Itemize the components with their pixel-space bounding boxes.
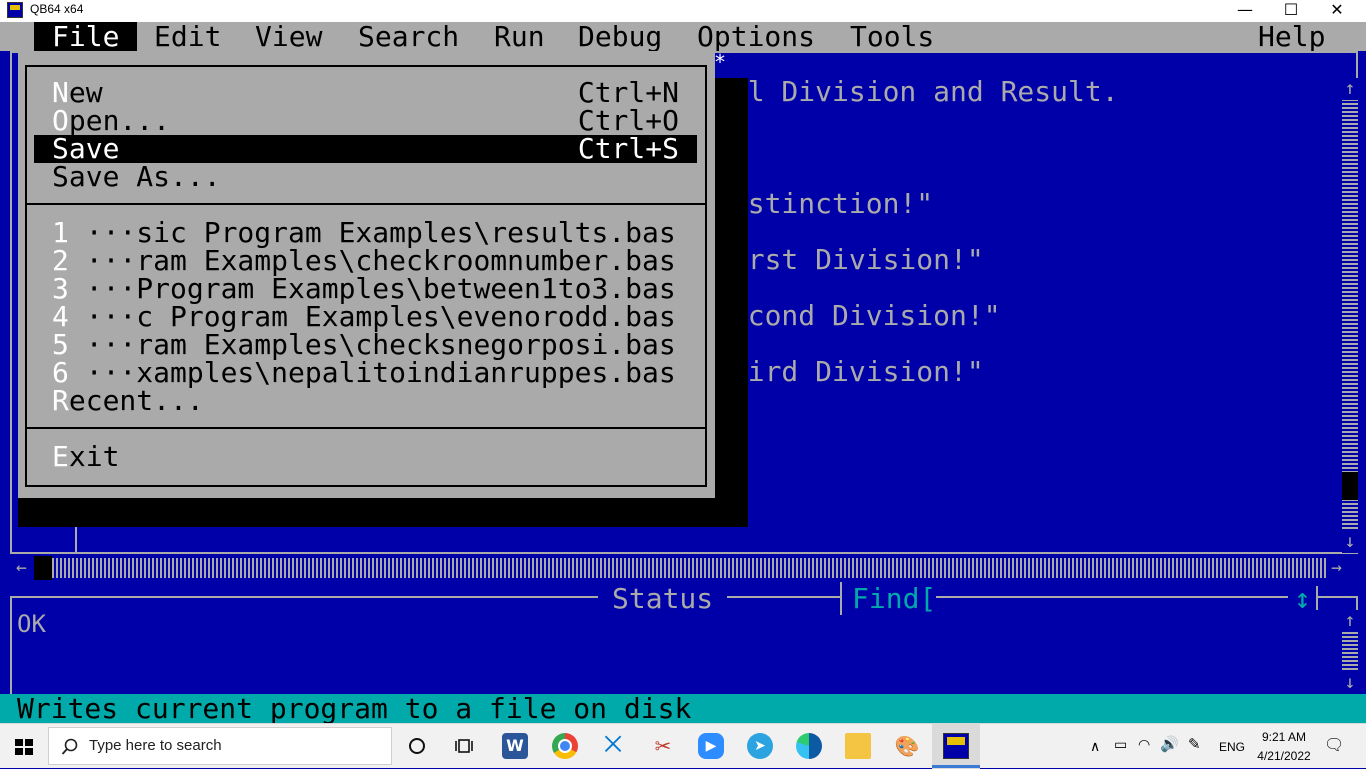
menu-item-save[interactable]: Save <box>52 135 119 163</box>
code-line: Second Division!" <box>714 299 1001 332</box>
maximize-button[interactable]: ☐ <box>1268 0 1314 22</box>
zoom-icon[interactable]: ▶ <box>698 733 724 759</box>
volume-icon[interactable]: 🔊 <box>1160 735 1179 753</box>
telegram-icon[interactable]: ➤ <box>747 733 773 759</box>
cortana-icon[interactable] <box>404 733 430 759</box>
resize-arrow-icon[interactable]: ↕ <box>1288 582 1317 615</box>
help-text: Writes current program to a file on disk <box>17 692 692 725</box>
task-view-icon[interactable] <box>451 733 477 759</box>
recent-file-item[interactable]: 4 ···c Program Examples\evenorodd.bas <box>52 303 676 331</box>
menu-separator <box>25 427 707 429</box>
scroll-down-arrow-icon[interactable]: ↓ <box>1342 672 1358 694</box>
search-placeholder: Type here to search <box>89 737 222 754</box>
windows-logo-icon <box>15 739 33 755</box>
shortcut-open: Ctrl+O <box>577 104 679 137</box>
qb64-taskbar-button[interactable] <box>932 724 980 769</box>
scroll-thumb[interactable] <box>34 556 52 580</box>
menu-item-new[interactable]: New <box>52 79 103 107</box>
menu-item-exit[interactable]: Exit <box>52 443 119 471</box>
status-divider <box>1316 586 1318 610</box>
clock-date[interactable]: 4/21/2022 <box>1254 749 1314 763</box>
menu-separator <box>25 203 707 205</box>
find-field[interactable]: Find[ <box>840 582 937 615</box>
menu-bar: File Edit View Search Run Debug Options … <box>0 22 1366 51</box>
battery-icon[interactable]: ▭ <box>1114 736 1127 753</box>
status-message: OK <box>17 610 46 638</box>
show-hidden-icons-icon[interactable]: ∧ <box>1090 738 1100 755</box>
menu-tools[interactable]: Tools <box>850 22 934 51</box>
status-title: Status <box>598 582 728 615</box>
window-title-bar: QB64 x64 — ☐ ✕ <box>0 0 1366 22</box>
snipping-tool-icon[interactable]: ✂ <box>650 733 676 759</box>
word-icon[interactable]: W <box>502 733 528 759</box>
menu-options[interactable]: Options <box>697 22 815 51</box>
scroll-up-arrow-icon[interactable]: ↑ <box>1342 78 1358 100</box>
scroll-left-arrow-icon[interactable]: ← <box>16 556 27 580</box>
close-button[interactable]: ✕ <box>1314 0 1360 22</box>
code-line: ool Division and Result. <box>714 75 1119 108</box>
editor-vertical-scrollbar[interactable]: ↑ ↓ <box>1342 78 1358 553</box>
search-icon <box>61 738 78 755</box>
scroll-down-arrow-icon[interactable]: ↓ <box>1342 531 1358 553</box>
qb64-app-icon <box>7 2 23 18</box>
menu-run[interactable]: Run <box>494 22 545 51</box>
windows-taskbar: Type here to search W ⨉ ✂ ▶ ➤ 🎨 ∧ ▭ ◠ 🔊 … <box>0 723 1366 769</box>
menu-item-open[interactable]: Open... <box>52 107 170 135</box>
menu-debug[interactable]: Debug <box>578 22 662 51</box>
menu-search[interactable]: Search <box>358 22 459 51</box>
scroll-up-arrow-icon[interactable]: ↑ <box>1342 610 1358 632</box>
scroll-right-arrow-icon[interactable]: → <box>1331 556 1342 580</box>
editor-horizontal-scrollbar[interactable]: ← → <box>16 556 1342 580</box>
vscode-icon[interactable]: ⨉ <box>600 733 626 759</box>
recent-file-item[interactable]: 3 ···Program Examples\between1to3.bas <box>52 275 676 303</box>
pen-icon[interactable]: ✎ <box>1188 735 1201 753</box>
shortcut-new: Ctrl+N <box>577 76 679 109</box>
code-line: First Division!" <box>714 243 984 276</box>
taskbar-search-box[interactable]: Type here to search <box>48 727 392 765</box>
status-vertical-scrollbar[interactable]: ↑ ↓ <box>1342 610 1358 694</box>
menu-item-save-as[interactable]: Save As... <box>52 163 221 191</box>
menu-edit[interactable]: Edit <box>154 22 221 51</box>
clock-time[interactable]: 9:21 AM <box>1259 730 1309 744</box>
menu-help[interactable]: Help <box>1258 22 1325 51</box>
start-button[interactable] <box>0 724 48 769</box>
code-line: Third Division!" <box>714 355 984 388</box>
menu-file[interactable]: File <box>34 22 138 51</box>
menu-shadow <box>18 498 748 527</box>
minimize-button[interactable]: — <box>1222 0 1268 22</box>
wifi-icon[interactable]: ◠ <box>1138 736 1150 753</box>
file-menu-dropdown: New Ctrl+N Open... Ctrl+O Save Ctrl+S Sa… <box>18 51 715 498</box>
scroll-thumb[interactable] <box>1342 472 1358 500</box>
menu-view[interactable]: View <box>255 22 322 51</box>
recent-file-item[interactable]: 6 ···xamples\nepalitoindianruppes.bas <box>52 359 676 387</box>
recent-file-item[interactable]: 5 ···ram Examples\checksnegorposi.bas <box>52 331 676 359</box>
file-explorer-icon[interactable] <box>845 733 871 759</box>
window-title: QB64 x64 <box>30 2 84 16</box>
edge-icon[interactable] <box>796 733 822 759</box>
menu-item-recent[interactable]: Recent... <box>52 387 204 415</box>
recent-file-item[interactable]: 1 ···sic Program Examples\results.bas <box>52 219 676 247</box>
language-indicator[interactable]: ENG <box>1219 740 1245 754</box>
menu-shadow <box>715 78 748 498</box>
shortcut-save: Ctrl+S <box>577 132 679 165</box>
chrome-icon[interactable] <box>552 733 578 759</box>
modified-marker: * <box>714 50 727 74</box>
help-line: Writes current program to a file on disk <box>0 694 1366 723</box>
scroll-track[interactable] <box>52 558 1326 578</box>
notification-icon[interactable]: 🗨 <box>1324 735 1344 755</box>
paint-icon[interactable]: 🎨 <box>894 733 920 759</box>
recent-file-item[interactable]: 2 ···ram Examples\checkroomnumber.bas <box>52 247 676 275</box>
qb64-icon <box>943 733 969 759</box>
